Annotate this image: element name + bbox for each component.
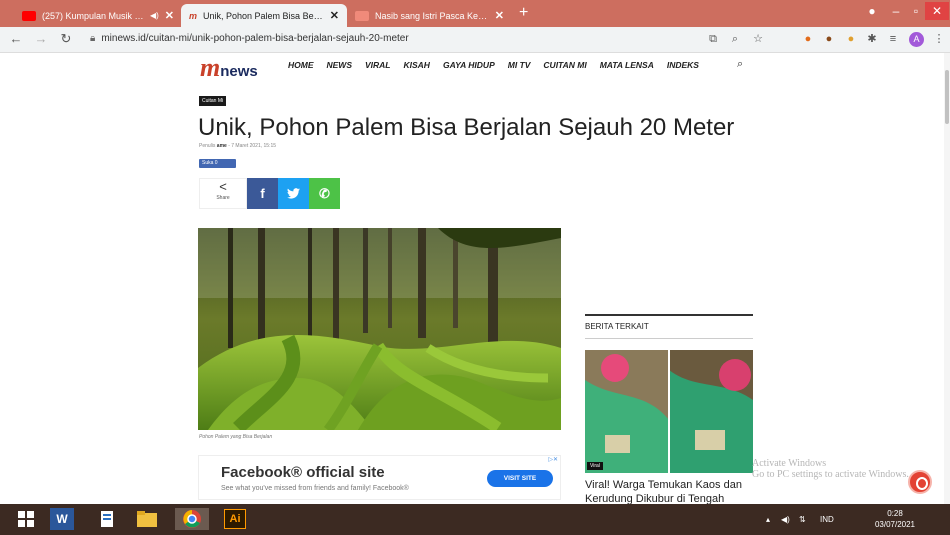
byline: Penulis ame - 7 Maret 2021, 15:15 [199, 143, 276, 149]
main-menu: HOME NEWS VIRAL KISAH GAYA HIDUP MI TV C… [288, 60, 699, 70]
new-tab-button[interactable]: + [519, 4, 528, 22]
watermark-line1: Activate Windows [752, 458, 827, 469]
illustrator-app-icon[interactable]: Ai [224, 509, 246, 529]
related-article-title[interactable]: Viral! Warga Temukan Kaos dan Kerudung D… [585, 478, 755, 506]
menu-item-kisah[interactable]: KISAH [404, 60, 430, 70]
share-icon: < [219, 179, 227, 194]
tab-title: Nasib sang Istri Pasca Kepergian [375, 10, 489, 21]
menu-item-gaya-hidup[interactable]: GAYA HIDUP [443, 60, 495, 70]
activate-windows-watermark: Activate Windows Go to PC settings to ac… [752, 458, 909, 480]
close-window-button[interactable]: ✕ [925, 2, 949, 20]
tab-active-article[interactable]: m Unik, Pohon Palem Bisa Berjalan ✕ [181, 4, 347, 27]
taskbar-clock[interactable]: 0:28 03/07/2021 [870, 508, 920, 530]
related-photo [585, 350, 753, 473]
byline-prefix: Penulis [199, 143, 217, 149]
address-bar[interactable]: 🔒︎ minews.id/cuitan-mi/unik-pohon-palem-b… [90, 33, 409, 44]
tab-title: (257) Kumpulan Musik indie [42, 10, 144, 21]
zoom-icon[interactable]: ⌕ [728, 32, 742, 46]
facebook-like-button[interactable]: Suka 0 [199, 159, 236, 168]
tab-nasib[interactable]: Nasib sang Istri Pasca Kepergian ✕ [347, 4, 512, 27]
ad-choices-icon[interactable]: ▷✕ [548, 456, 558, 463]
url-text: minews.id/cuitan-mi/unik-pohon-palem-bis… [101, 33, 409, 44]
extension-icon[interactable]: ● [801, 32, 815, 46]
close-tab-icon[interactable]: ✕ [495, 9, 504, 22]
reading-list-icon[interactable]: ≡ [886, 32, 900, 46]
logo-text: news [220, 63, 258, 80]
translate-icon[interactable]: ⧉ [706, 32, 720, 46]
file-explorer-icon[interactable] [135, 508, 159, 530]
viral-tag: Viral [587, 462, 603, 470]
ad-headline[interactable]: Facebook® official site [221, 464, 385, 481]
article-hero-image [198, 228, 561, 430]
extension-icon[interactable]: ● [822, 32, 836, 46]
logo-mark: m [200, 53, 220, 82]
forward-icon[interactable]: → [33, 31, 49, 46]
menu-item-mi-tv[interactable]: MI TV [508, 60, 531, 70]
profile-avatar[interactable]: A [909, 32, 924, 47]
bookmark-star-icon[interactable]: ☆ [751, 32, 765, 46]
youtube-icon [22, 10, 36, 21]
audio-icon[interactable]: ◀) [150, 11, 159, 20]
search-icon[interactable]: ⌕ [737, 58, 743, 71]
browser-tab-strip: (257) Kumpulan Musik indie ◀) ✕ m Unik, … [0, 0, 950, 27]
advertisement[interactable]: ▷✕ Facebook® official site See what you'… [198, 455, 561, 500]
sidebar-divider [585, 314, 753, 316]
back-icon[interactable]: ← [8, 31, 24, 46]
twitter-share-icon[interactable] [278, 178, 309, 209]
menu-item-indeks[interactable]: INDEKS [667, 60, 699, 70]
site-header: m news HOME NEWS VIRAL KISAH GAYA HIDUP … [0, 53, 945, 82]
volume-icon[interactable]: ◀) [781, 515, 790, 524]
notification-bell-button[interactable] [908, 470, 932, 494]
share-button[interactable]: < Share [199, 178, 247, 209]
tab-title: Unik, Pohon Palem Bisa Berjalan [203, 10, 324, 21]
input-language[interactable]: IND [820, 515, 834, 524]
record-icon[interactable]: ● [860, 2, 884, 20]
share-label: Share [216, 195, 230, 201]
site-logo[interactable]: m news [200, 53, 258, 82]
extensions-puzzle-icon[interactable]: ✱ [865, 32, 879, 46]
network-icon[interactable]: ⇅ [799, 515, 806, 524]
menu-icon[interactable]: ⋮ [932, 32, 946, 46]
article-title: Unik, Pohon Palem Bisa Berjalan Sejauh 2… [198, 114, 735, 141]
forest-roots-photo [198, 228, 561, 430]
menu-item-home[interactable]: HOME [288, 60, 314, 70]
menu-item-mata-lensa[interactable]: MATA LENSA [600, 60, 654, 70]
clock-time: 0:28 [887, 509, 903, 518]
file-manager-icon[interactable] [96, 508, 120, 530]
minews-favicon-icon: m [189, 10, 198, 21]
sidebar-divider [585, 338, 753, 339]
clock-date: 03/07/2021 [874, 520, 916, 529]
related-article-image[interactable] [585, 350, 753, 473]
scrollbar-thumb[interactable] [945, 70, 949, 124]
menu-item-news[interactable]: NEWS [327, 60, 353, 70]
chrome-app-icon[interactable] [175, 508, 209, 530]
menu-item-cuitan-mi[interactable]: CUITAN MI [543, 60, 586, 70]
author-name[interactable]: ame [217, 143, 227, 149]
publish-date: - 7 Maret 2021, 15:15 [226, 143, 277, 149]
word-app-icon[interactable]: W [50, 508, 74, 530]
tray-expand-icon[interactable]: ▴ [766, 515, 770, 524]
reload-icon[interactable]: ↻ [58, 31, 74, 47]
close-tab-icon[interactable]: ✕ [330, 9, 339, 22]
extension-icon[interactable]: ● [844, 32, 858, 46]
menu-item-viral[interactable]: VIRAL [365, 60, 391, 70]
category-badge[interactable]: Cuitan Mi [199, 96, 227, 106]
site-favicon-icon [355, 10, 369, 21]
tab-youtube[interactable]: (257) Kumpulan Musik indie ◀) ✕ [14, 4, 182, 27]
close-tab-icon[interactable]: ✕ [165, 9, 174, 22]
windows-start-icon[interactable] [14, 508, 38, 530]
image-caption: Pohon Palem yang Bisa Berjalan [199, 434, 273, 440]
ad-visit-site-button[interactable]: VISIT SITE [487, 470, 553, 487]
related-heading: BERITA TERKAIT [585, 322, 649, 331]
lock-icon: 🔒︎ [90, 33, 96, 44]
whatsapp-share-icon[interactable]: ✆ [309, 178, 340, 209]
windows-taskbar: W Ai ▴ ◀) ⇅ IND 0:28 03/07/2021 [0, 504, 950, 535]
browser-toolbar: ← → ↻ 🔒︎ minews.id/cuitan-mi/unik-pohon-p… [0, 27, 950, 53]
ad-subtext: See what you've missed from friends and … [221, 485, 409, 492]
facebook-share-icon[interactable]: f [247, 178, 278, 209]
watermark-line2: Go to PC settings to activate Windows. [752, 469, 909, 480]
